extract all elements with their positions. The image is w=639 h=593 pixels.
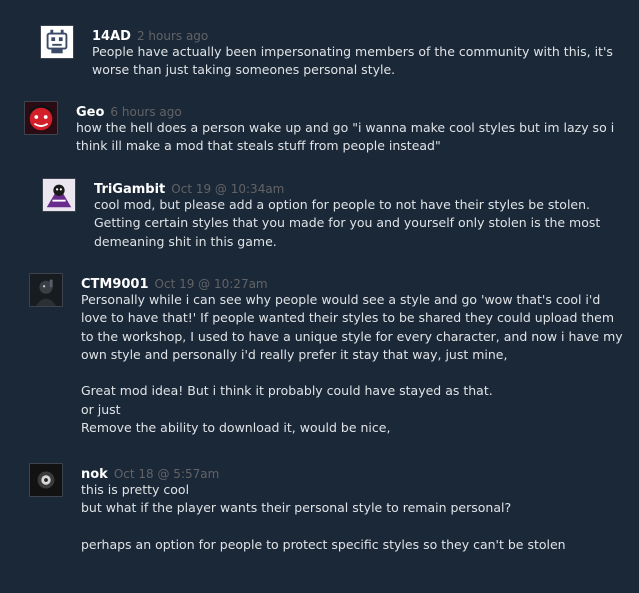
comment-timestamp: 2 hours ago (136, 29, 209, 43)
comment-timestamp: Oct 18 @ 5:57am (113, 467, 220, 481)
avatar[interactable] (40, 25, 74, 59)
comment-timestamp: 6 hours ago (110, 105, 182, 119)
comment-author[interactable]: TriGambit (94, 182, 165, 197)
comment-author[interactable]: Geo (76, 105, 104, 120)
comment-text: cool mod, but please add a option for pe… (94, 197, 601, 249)
avatar[interactable] (29, 463, 63, 497)
comment-timestamp: Oct 19 @ 10:34am (171, 182, 285, 196)
comment-author[interactable]: nok (81, 467, 108, 482)
avatar[interactable] (42, 178, 76, 212)
comment-text: People have actually been impersonating … (92, 44, 613, 78)
purple-figure-avatar-icon (43, 179, 75, 211)
disc-avatar-icon (30, 464, 62, 496)
comment-timestamp: Oct 19 @ 10:27am (154, 277, 268, 291)
comment-author[interactable]: 14AD (92, 29, 131, 44)
avatar[interactable] (29, 273, 63, 307)
comment-author[interactable]: CTM9001 (81, 277, 149, 292)
comment-text: how the hell does a person wake up and g… (76, 120, 615, 154)
dark-character-avatar-icon (30, 274, 62, 306)
comment-text: Personally while i can see why people wo… (81, 292, 623, 436)
avatar[interactable] (24, 101, 58, 135)
comment-thread: { "comments": [ { "author": "14AD", "tim… (0, 0, 639, 593)
red-face-avatar-icon (25, 102, 57, 134)
comment-text: this is pretty cool but what if the play… (81, 482, 566, 552)
robot-avatar-icon (41, 26, 73, 58)
